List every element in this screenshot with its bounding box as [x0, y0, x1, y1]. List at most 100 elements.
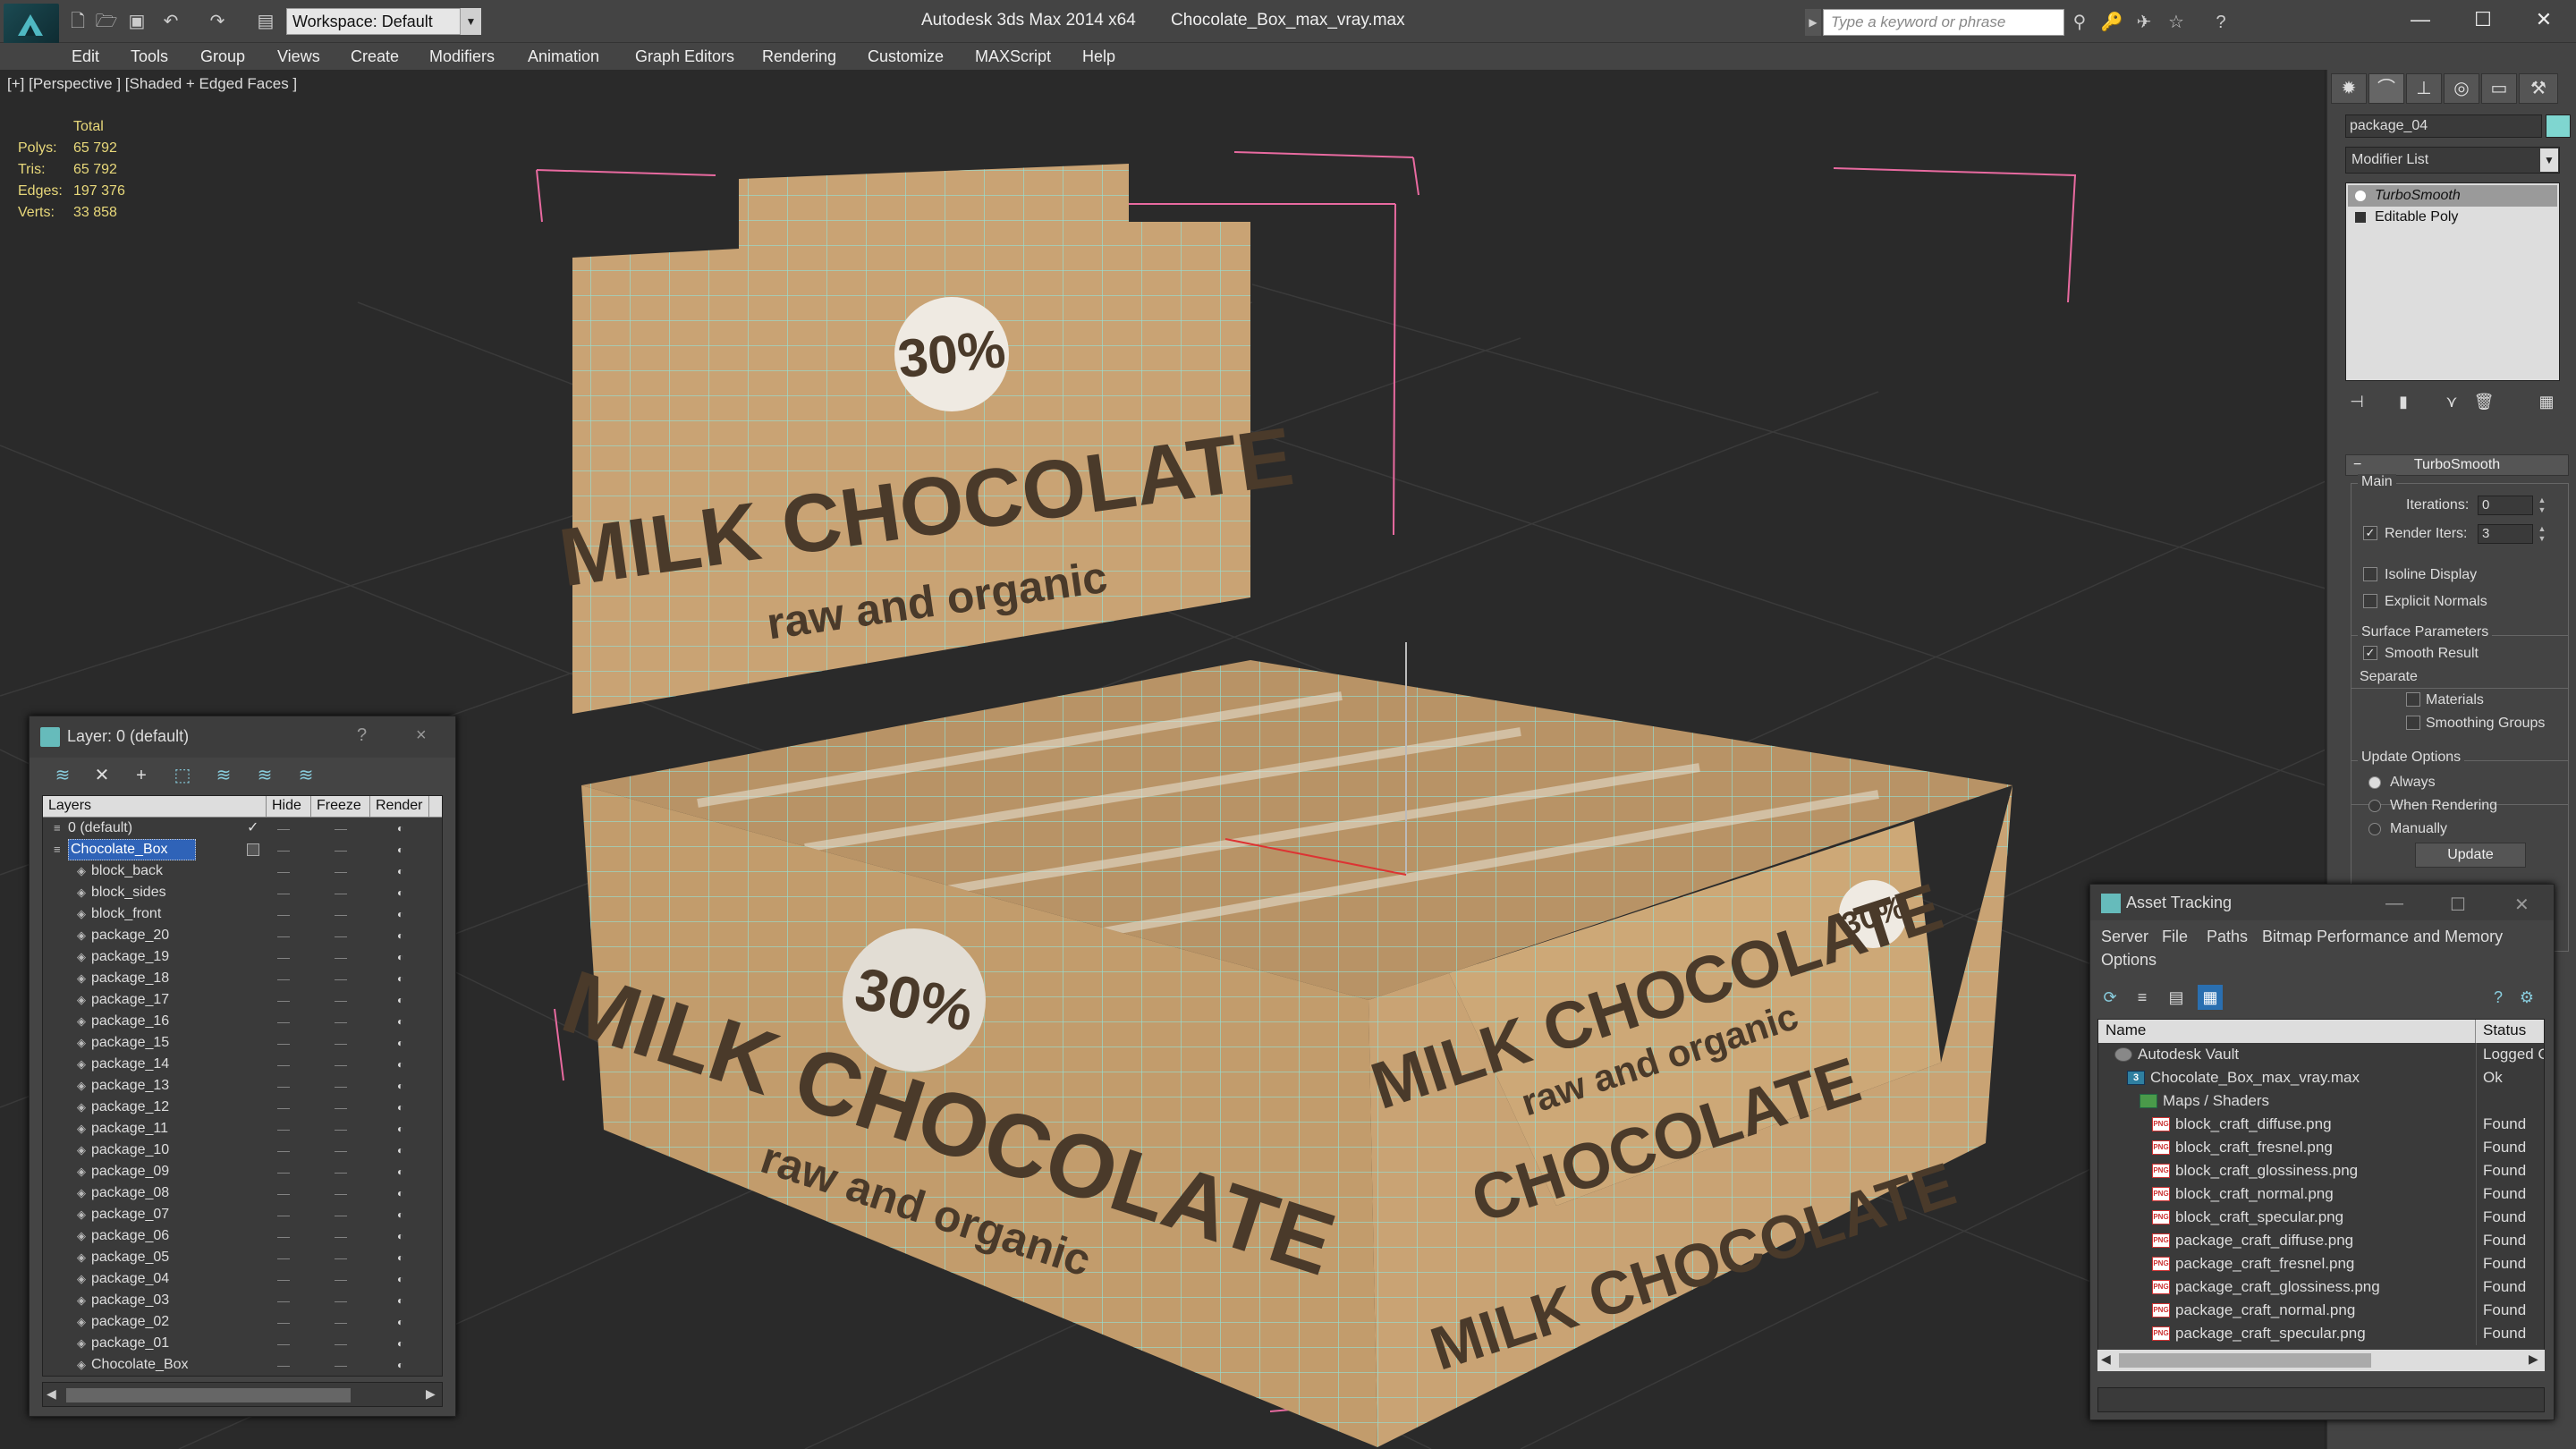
toggle-dash-icon[interactable]: — [335, 1054, 347, 1075]
minimize-icon[interactable]: — [2385, 894, 2403, 914]
toggle-dash-icon[interactable]: — [335, 925, 347, 946]
teapot-render-icon[interactable]: ◐ [397, 1014, 411, 1029]
viewport-label[interactable]: [+] [Perspective ] [Shaded + Edged Faces… [7, 75, 297, 93]
add-layer-icon[interactable]: + [128, 763, 155, 788]
toggle-dash-icon[interactable]: — [335, 1225, 347, 1247]
materials-checkbox[interactable] [2406, 692, 2420, 707]
redo-icon[interactable]: ↷ [206, 10, 229, 33]
toggle-dash-icon[interactable]: — [277, 968, 290, 989]
layer-name[interactable]: package_17 [91, 989, 169, 1011]
current-layer-check-icon[interactable]: ✓ [247, 818, 258, 839]
toggle-dash-icon[interactable]: — [335, 882, 347, 903]
layer-row[interactable]: ◈ package_16 — — ◐ [43, 1011, 442, 1032]
layer-row[interactable]: ≡ Chocolate_Box — — ◐ [43, 839, 442, 860]
column-status[interactable]: Status [2476, 1020, 2544, 1043]
always-radio[interactable] [2368, 776, 2381, 789]
layer-row[interactable]: ≡ 0 (default) ✓ — — ◐ [43, 818, 442, 839]
save-file-icon[interactable]: ▣ [125, 10, 148, 33]
teapot-render-icon[interactable]: ◐ [397, 950, 411, 964]
scrollbar-thumb[interactable] [66, 1388, 351, 1402]
toggle-dash-icon[interactable]: — [277, 1011, 290, 1032]
settings-icon[interactable]: ⚙ [2514, 985, 2539, 1010]
layer-name[interactable]: package_07 [91, 1204, 169, 1225]
layer-name[interactable]: package_06 [91, 1225, 169, 1247]
layer-row[interactable]: ◈ package_15 — — ◐ [43, 1032, 442, 1054]
teapot-render-icon[interactable]: ◐ [397, 1186, 411, 1200]
layer-row[interactable]: ◈ package_01 — — ◐ [43, 1333, 442, 1354]
toggle-dash-icon[interactable]: — [335, 839, 347, 860]
toggle-dash-icon[interactable]: — [335, 1011, 347, 1032]
layer-row[interactable]: ◈ Chocolate_Box — — ◐ [43, 1354, 442, 1376]
teapot-render-icon[interactable]: ◐ [397, 1165, 411, 1179]
table-view-icon[interactable]: ▦ [2198, 985, 2223, 1010]
asset-row[interactable]: Maps / Shaders [2098, 1089, 2544, 1113]
toggle-dash-icon[interactable]: — [277, 925, 290, 946]
layer-row[interactable]: ◈ package_05 — — ◐ [43, 1247, 442, 1268]
column-layers[interactable]: Layers [43, 796, 267, 818]
layer-name[interactable]: package_10 [91, 1140, 169, 1161]
binoculars-icon[interactable]: ⚲ [2068, 11, 2091, 34]
modify-tab-icon[interactable]: ⌒ [2368, 73, 2404, 104]
configure-sets-icon[interactable]: ▦ [2535, 390, 2558, 413]
layer-name[interactable]: package_05 [91, 1247, 169, 1268]
teapot-render-icon[interactable]: ◐ [397, 993, 411, 1007]
object-color-swatch[interactable] [2546, 114, 2571, 138]
spinner-arrows-icon[interactable]: ▲ ▼ [2535, 524, 2549, 544]
expand-plus-icon[interactable] [2355, 212, 2366, 223]
when-rendering-radio[interactable] [2368, 800, 2381, 812]
menu-create[interactable]: Create [351, 43, 399, 70]
asset-row[interactable]: PNG package_craft_glossiness.png Found [2098, 1275, 2544, 1299]
layer-row[interactable]: ◈ package_14 — — ◐ [43, 1054, 442, 1075]
explicit-normals-checkbox[interactable] [2363, 594, 2377, 608]
horizontal-scrollbar[interactable]: ◀ ▶ [2097, 1350, 2545, 1371]
spinner-arrows-icon[interactable]: ▲ ▼ [2535, 496, 2549, 515]
help-icon[interactable]: ? [2209, 11, 2233, 34]
update-button[interactable]: Update [2415, 843, 2526, 868]
layer-name[interactable]: package_19 [91, 946, 169, 968]
delete-layer-icon[interactable]: ✕ [89, 763, 115, 788]
toggle-dash-icon[interactable]: — [335, 989, 347, 1011]
menu-help[interactable]: Help [1082, 43, 1115, 70]
asset-row[interactable]: PNG package_craft_diffuse.png Found [2098, 1229, 2544, 1252]
manually-radio[interactable] [2368, 823, 2381, 835]
asset-row[interactable]: PNG package_craft_normal.png Found [2098, 1299, 2544, 1322]
teapot-render-icon[interactable]: ◐ [397, 1315, 411, 1329]
toggle-dash-icon[interactable]: — [277, 1182, 290, 1204]
help-icon[interactable]: ? [357, 725, 367, 746]
maximize-icon[interactable]: ☐ [2450, 894, 2466, 916]
subscription-icon[interactable]: 🔑 [2100, 11, 2123, 34]
open-file-icon[interactable]: 🗁 [95, 10, 118, 33]
toggle-dash-icon[interactable]: — [277, 1140, 290, 1161]
teapot-render-icon[interactable]: ◐ [397, 1272, 411, 1286]
layer-row[interactable]: ◈ package_02 — — ◐ [43, 1311, 442, 1333]
render-iters-checkbox[interactable]: ✓ [2363, 526, 2377, 540]
teapot-render-icon[interactable]: ◐ [397, 1057, 411, 1072]
toggle-dash-icon[interactable]: — [277, 946, 290, 968]
toggle-dash-icon[interactable]: — [335, 1204, 347, 1225]
toggle-dash-icon[interactable]: — [277, 1354, 290, 1376]
layer-name[interactable]: package_08 [91, 1182, 169, 1204]
turbosmooth-rollout-header[interactable]: − TurboSmooth [2345, 454, 2569, 476]
close-icon[interactable]: × [416, 725, 427, 746]
toggle-dash-icon[interactable]: — [335, 1333, 347, 1354]
stack-item-editable-poly[interactable]: Editable Poly [2348, 207, 2557, 228]
toggle-dash-icon[interactable]: — [277, 1032, 290, 1054]
chevron-down-icon[interactable]: ▼ [2540, 148, 2558, 172]
smoothing-groups-checkbox[interactable] [2406, 716, 2420, 730]
layer-row[interactable]: ◈ package_03 — — ◐ [43, 1290, 442, 1311]
layer-name[interactable]: package_18 [91, 968, 169, 989]
layer-name[interactable]: block_front [91, 903, 161, 925]
iterations-spinner[interactable]: 0 [2478, 496, 2533, 515]
toggle-dash-icon[interactable]: — [277, 903, 290, 925]
toggle-dash-icon[interactable]: — [335, 818, 347, 839]
layer-name[interactable]: 0 (default) [68, 818, 132, 839]
menu-maxscript[interactable]: MAXScript [975, 43, 1051, 70]
layer-name[interactable]: package_12 [91, 1097, 169, 1118]
toggle-dash-icon[interactable]: — [335, 1161, 347, 1182]
toggle-dash-icon[interactable]: — [277, 1225, 290, 1247]
menu-bitmap-performance[interactable]: Bitmap Performance and Memory [2262, 928, 2503, 946]
asset-row[interactable]: PNG block_craft_fresnel.png Found [2098, 1136, 2544, 1159]
toggle-dash-icon[interactable]: — [277, 1097, 290, 1118]
smooth-result-checkbox[interactable]: ✓ [2363, 646, 2377, 660]
help-icon[interactable]: ? [2486, 985, 2511, 1010]
